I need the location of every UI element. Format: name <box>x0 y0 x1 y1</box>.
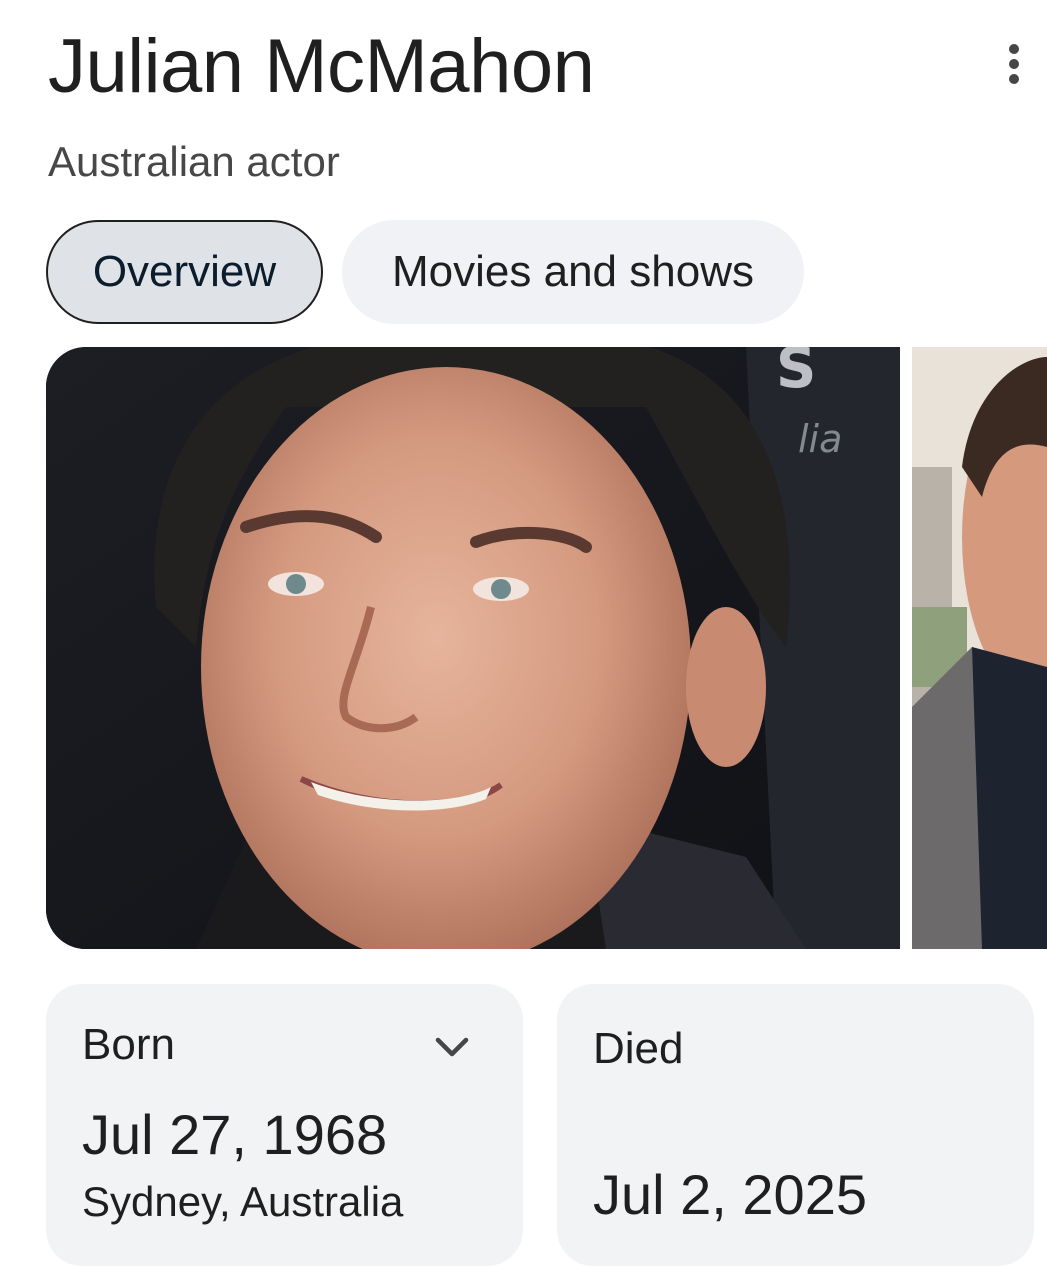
born-place: Sydney, Australia <box>82 1178 404 1225</box>
portrait-image: S lia <box>46 347 900 949</box>
tab-movies-and-shows[interactable]: Movies and shows <box>342 220 804 324</box>
died-date: Jul 2, 2025 <box>593 1163 867 1226</box>
born-label: Born <box>82 1020 175 1069</box>
svg-text:lia: lia <box>798 417 842 461</box>
secondary-photo[interactable] <box>912 347 1047 949</box>
died-label: Died <box>593 1024 684 1073</box>
tab-overview[interactable]: Overview <box>46 220 323 324</box>
more-vert-icon <box>1009 44 1019 84</box>
main-photo[interactable]: S lia <box>46 347 900 949</box>
page-title: Julian McMahon <box>48 24 595 109</box>
born-date: Jul 27, 1968 <box>82 1103 388 1166</box>
more-options-button[interactable] <box>990 40 1038 88</box>
svg-text:S: S <box>776 347 816 401</box>
chevron-down-icon[interactable] <box>432 1028 472 1068</box>
secondary-image <box>912 347 1047 949</box>
page-subtitle: Australian actor <box>48 138 340 185</box>
died-card: Died Jul 2, 2025 <box>557 984 1034 1266</box>
born-card[interactable]: Born Jul 27, 1968 Sydney, Australia <box>46 984 523 1266</box>
